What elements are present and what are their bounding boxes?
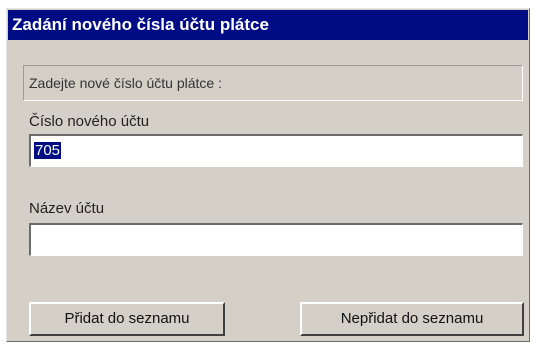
do-not-add-button[interactable]: Nepřidat do seznamu: [300, 302, 524, 336]
account-number-input[interactable]: 705: [29, 134, 523, 167]
add-to-list-button[interactable]: Přidat do seznamu: [29, 302, 225, 336]
account-name-label: Název účtu: [29, 200, 105, 217]
account-name-input[interactable]: [29, 223, 523, 256]
new-account-dialog: Zadání nového čísla účtu plátce Zadejte …: [6, 8, 530, 342]
prompt-text: Zadejte nové číslo účtu plátce :: [23, 65, 523, 101]
dialog-title: Zadání nového čísla účtu plátce: [8, 10, 528, 40]
account-number-value: 705: [34, 142, 62, 159]
account-number-label: Číslo nového účtu: [29, 113, 150, 130]
